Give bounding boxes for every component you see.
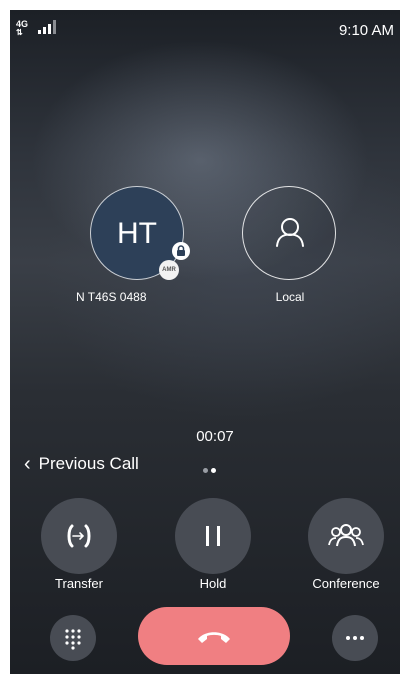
hold-label: Hold [199,576,227,591]
conference-icon [328,524,364,547]
status-bar: 4G ⇅ 9:10 AM [10,10,400,40]
status-time: 9:10 AM [338,22,394,39]
page-dot [203,468,208,473]
hang-up-icon [198,632,230,643]
transfer-button[interactable] [41,498,117,574]
dialpad-button[interactable] [50,615,96,661]
call-screen: 4G ⇅ 9:10 AM HT AMR N T46S 0488 Local 00:… [10,10,400,674]
dialpad-icon [65,629,81,650]
network-type-icon: 4G ⇅ [16,19,29,37]
page-dot-active [211,468,216,473]
transfer-icon [67,524,91,548]
end-call-button[interactable] [138,607,290,665]
local-name: Local [275,290,305,304]
transfer-label: Transfer [55,576,103,591]
chevron-left-icon: ‹ [24,452,31,475]
contact-icon [276,218,304,247]
conference-button[interactable] [308,498,384,574]
participant-name: N T46S 0488 [76,290,147,304]
pause-icon [206,526,220,546]
lock-icon [172,242,190,260]
codec-badge: AMR [159,260,179,280]
page-indicator [203,460,219,478]
more-button[interactable] [332,615,378,661]
more-icon [346,636,364,640]
local-avatar[interactable] [242,186,336,280]
hold-button[interactable] [175,498,251,574]
previous-call-label: Previous Call [38,454,139,473]
conference-label: Conference [312,576,380,591]
avatar-initials: HT [117,217,157,250]
call-duration: 00:07 [196,428,234,445]
previous-call-button[interactable]: ‹ Previous Call [24,452,139,476]
signal-strength-icon [38,20,60,34]
